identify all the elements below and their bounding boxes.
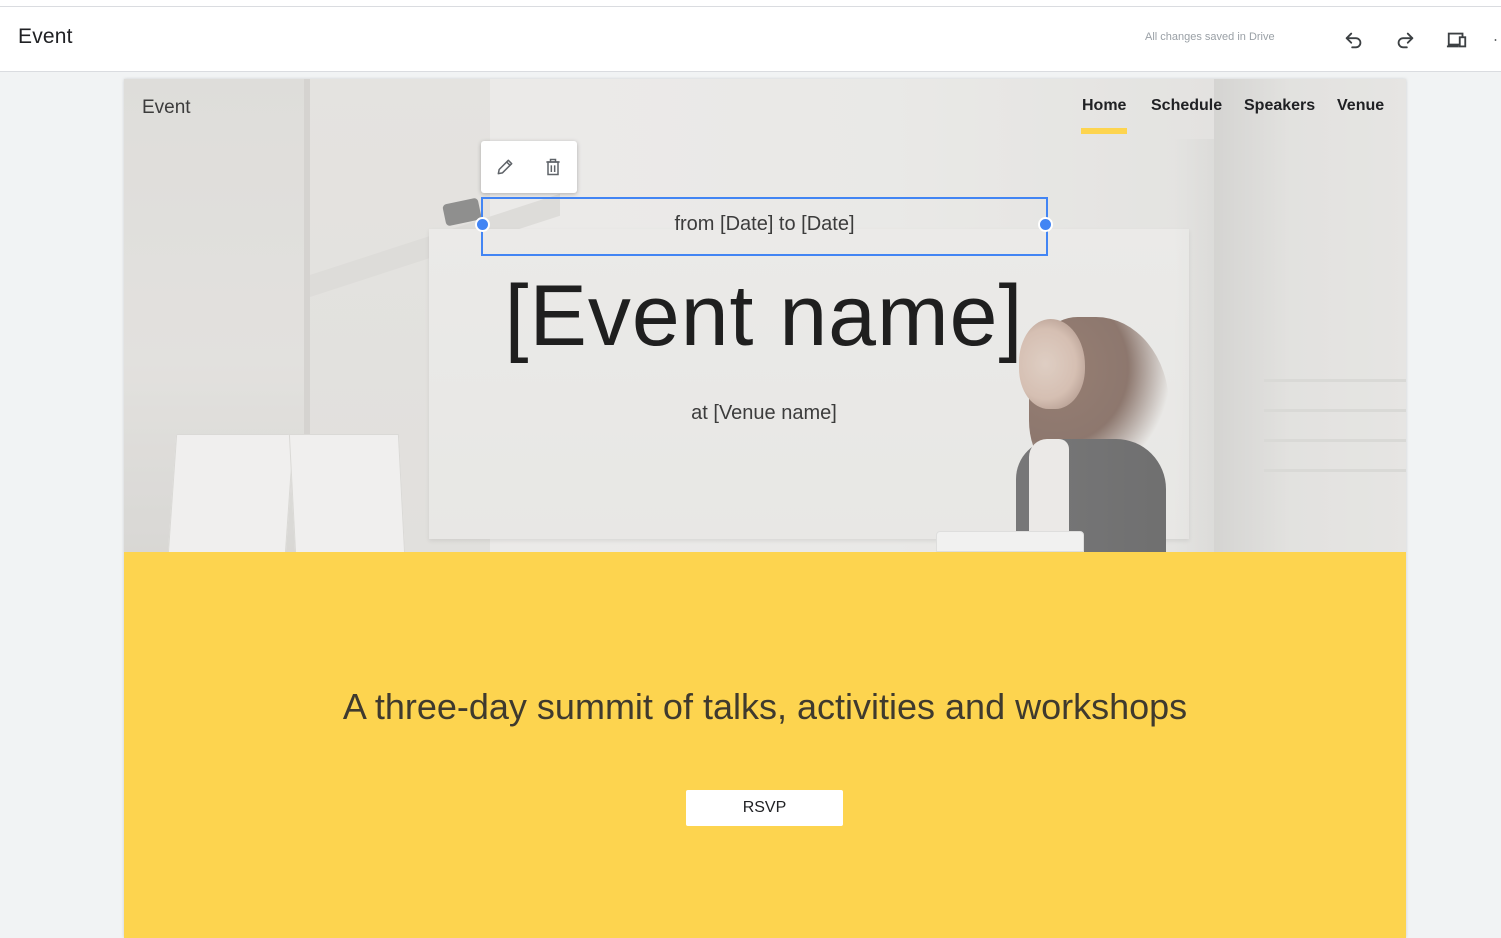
site-canvas: Event Home Schedule Speakers Venue from … [124, 79, 1406, 938]
undo-button[interactable] [1339, 25, 1369, 55]
hero-section[interactable]: Event Home Schedule Speakers Venue from … [124, 79, 1406, 552]
event-name-heading[interactable]: [Event name] [364, 267, 1164, 366]
save-status: All changes saved in Drive [1145, 31, 1275, 43]
summary-section[interactable]: A three-day summit of talks, activities … [124, 552, 1406, 938]
top-strip [0, 0, 1501, 7]
edit-button[interactable] [493, 155, 517, 179]
preview-button[interactable] [1442, 25, 1472, 55]
nav-item-venue[interactable]: Venue [1337, 97, 1384, 137]
element-edit-toolbar [481, 141, 577, 193]
pencil-icon [497, 159, 513, 175]
site-name-title[interactable]: Event [18, 25, 73, 49]
delete-button[interactable] [541, 155, 565, 179]
editor-app-bar: Event All changes saved in Drive [0, 7, 1501, 72]
undo-icon [1345, 32, 1362, 49]
event-venue-text[interactable]: at [Venue name] [564, 402, 964, 425]
more-button[interactable] [1490, 25, 1501, 55]
event-tagline[interactable]: A three-day summit of talks, activities … [124, 686, 1406, 728]
nav-item-speakers[interactable]: Speakers [1244, 97, 1315, 137]
preview-devices-icon [1446, 32, 1467, 48]
trash-icon [546, 158, 560, 176]
nav-item-schedule[interactable]: Schedule [1151, 97, 1222, 137]
rsvp-button[interactable]: RSVP [686, 790, 843, 826]
redo-button[interactable] [1390, 25, 1420, 55]
redo-icon [1397, 32, 1414, 49]
event-date-text[interactable]: from [Date] to [Date] [481, 213, 1048, 236]
site-title[interactable]: Event [142, 97, 191, 119]
nav-active-indicator [1081, 128, 1127, 134]
more-icon [1494, 39, 1497, 41]
